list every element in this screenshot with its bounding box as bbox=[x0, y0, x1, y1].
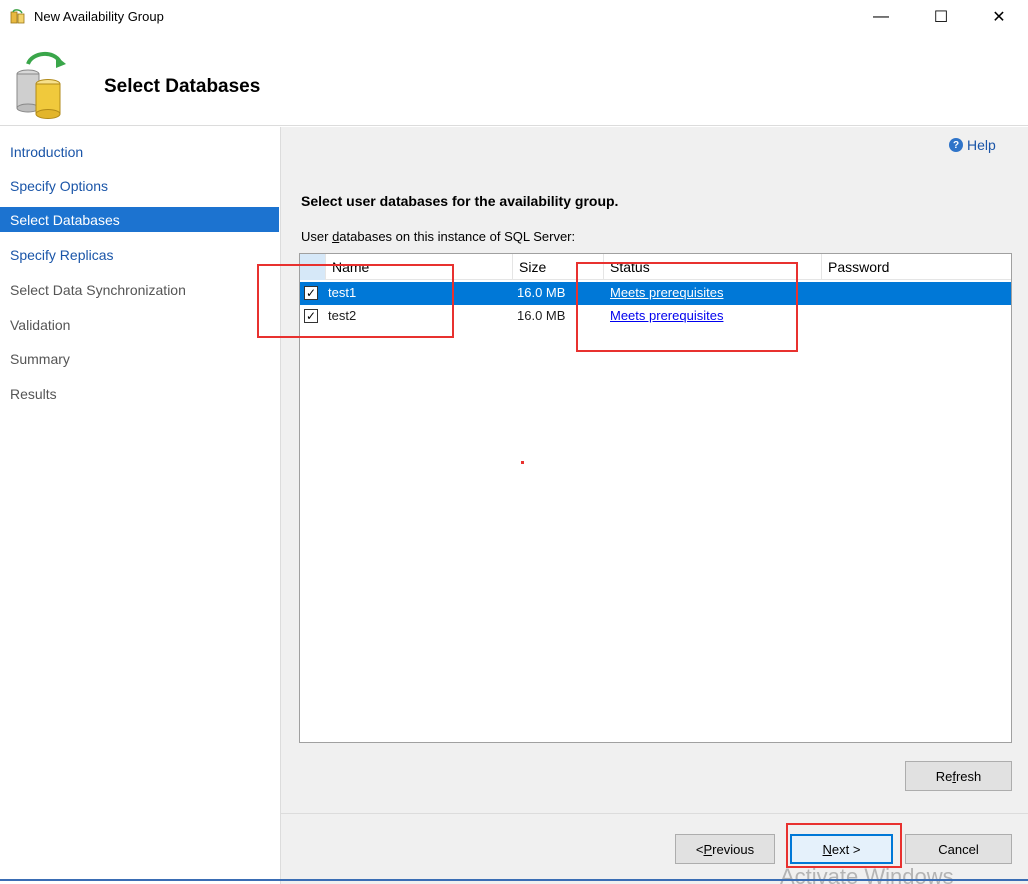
column-header-status[interactable]: Status bbox=[604, 254, 822, 280]
databases-grid[interactable]: Name Size Status Password ✓ test1 16.0 M… bbox=[299, 253, 1012, 743]
checkmark-icon: ✓ bbox=[305, 286, 317, 300]
row-checkbox[interactable]: ✓ bbox=[304, 286, 318, 300]
row-size: 16.0 MB bbox=[517, 285, 566, 300]
column-header-name[interactable]: Name bbox=[326, 254, 513, 280]
help-icon: ? bbox=[949, 138, 963, 152]
taskbar-edge bbox=[0, 879, 1028, 881]
select-all-header[interactable] bbox=[300, 254, 326, 280]
nav-item-select-databases[interactable]: Select Databases bbox=[0, 207, 279, 232]
grid-header: Name Size Status Password bbox=[300, 254, 1011, 280]
help-link[interactable]: ? Help bbox=[949, 137, 996, 153]
row-status-link[interactable]: Meets prerequisites bbox=[604, 282, 723, 305]
window-title: New Availability Group bbox=[34, 9, 164, 24]
nav-item-validation: Validation bbox=[10, 317, 71, 333]
nav-item-specify-options[interactable]: Specify Options bbox=[0, 173, 279, 198]
nav-item-summary: Summary bbox=[10, 351, 70, 367]
page-title: Select Databases bbox=[104, 76, 261, 97]
column-header-password[interactable]: Password bbox=[822, 254, 1011, 280]
row-name: test1 bbox=[328, 285, 357, 300]
refresh-button[interactable]: Re f resh bbox=[905, 761, 1012, 791]
minimize-button[interactable]: — bbox=[858, 0, 904, 34]
nav-item-select-data-synchronization: Select Data Synchronization bbox=[10, 282, 186, 298]
grid-caption: User databases on this instance of SQL S… bbox=[301, 229, 576, 244]
annotation-dot bbox=[521, 461, 524, 464]
table-row[interactable]: ✓ test2 16.0 MB Meets prerequisites bbox=[300, 305, 1011, 328]
title-bar: New Availability Group — ☐ ✕ bbox=[0, 0, 1028, 34]
row-size: 16.0 MB bbox=[517, 308, 566, 323]
wizard-header: Select Databases bbox=[0, 34, 1028, 126]
column-header-size[interactable]: Size bbox=[513, 254, 604, 280]
wizard-nav: Introduction Specify Options Select Data… bbox=[0, 127, 280, 884]
activation-watermark: Activate Windows bbox=[780, 864, 954, 884]
section-heading: Select user databases for the availabili… bbox=[301, 193, 619, 209]
database-wizard-icon bbox=[16, 52, 66, 119]
cancel-button[interactable]: Cancel bbox=[905, 834, 1012, 864]
table-row[interactable]: ✓ test1 16.0 MB Meets prerequisites bbox=[300, 282, 1011, 305]
row-checkbox[interactable]: ✓ bbox=[304, 309, 318, 323]
next-button[interactable]: Next > bbox=[790, 834, 893, 864]
nav-item-specify-replicas[interactable]: Specify Replicas bbox=[0, 242, 279, 267]
checkmark-icon: ✓ bbox=[305, 309, 317, 323]
maximize-button[interactable]: ☐ bbox=[918, 0, 964, 34]
previous-button[interactable]: < Previous bbox=[675, 834, 775, 864]
row-name: test2 bbox=[328, 308, 357, 323]
row-status-link[interactable]: Meets prerequisites bbox=[604, 305, 723, 328]
nav-item-introduction[interactable]: Introduction bbox=[0, 139, 279, 164]
nav-item-results: Results bbox=[10, 386, 57, 402]
close-button[interactable]: ✕ bbox=[976, 0, 1022, 34]
help-label: Help bbox=[967, 137, 996, 153]
app-icon bbox=[10, 9, 25, 24]
